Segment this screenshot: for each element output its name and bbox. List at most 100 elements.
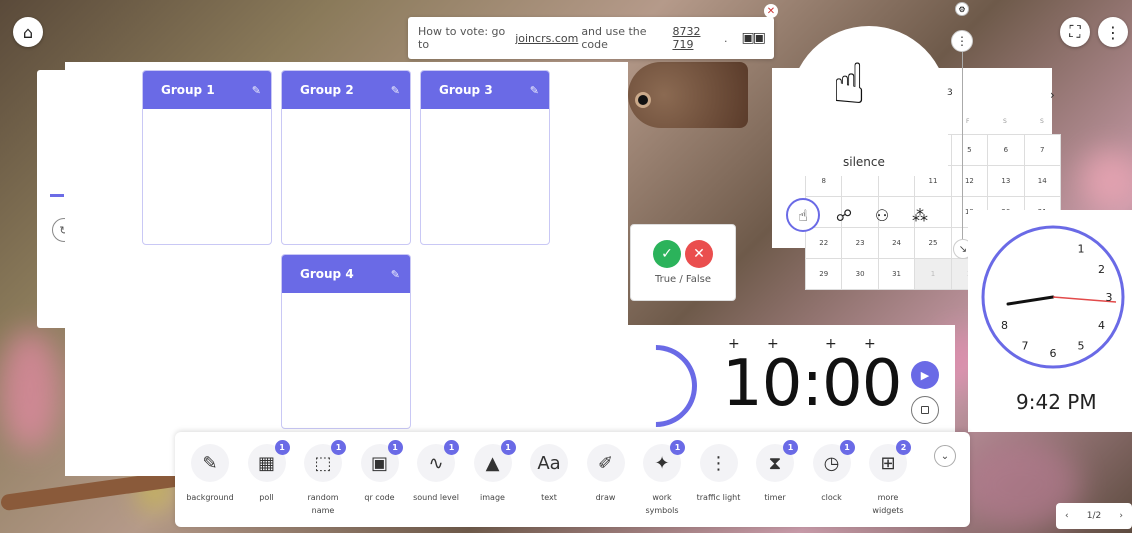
vote-middle: and use the code: [581, 25, 647, 51]
group-card-2[interactable]: Group 2 ✎: [281, 70, 411, 245]
draw-icon: ✐: [586, 444, 625, 482]
page-navigator: ‹ 1/2 ›: [1056, 503, 1132, 529]
tool-more-widgets[interactable]: ⊞ 2 more widgets: [860, 440, 916, 518]
calendar-day[interactable]: 5: [950, 134, 989, 166]
stop-button[interactable]: [911, 396, 939, 424]
count-badge: 1: [500, 440, 516, 455]
analog-clock: 12 3 45 6 7 8: [981, 225, 1125, 369]
edit-off-icon[interactable]: ✎: [391, 84, 400, 97]
group-card-3[interactable]: Group 3 ✎: [420, 70, 550, 245]
tool-label: draw: [595, 493, 616, 502]
fullscreen-button[interactable]: ⛶: [1060, 17, 1090, 47]
tool-label: image: [480, 493, 505, 502]
tool-glyph: ◷: [823, 452, 840, 474]
vote-suffix: .: [724, 31, 728, 45]
tool-draw[interactable]: ✐ draw: [578, 444, 634, 505]
tool-glyph: Aa: [537, 452, 561, 474]
edit-off-icon[interactable]: ✎: [530, 84, 539, 97]
clock-numeral: 4: [1098, 319, 1105, 332]
clock-icon: ◷ 1: [812, 440, 855, 482]
work-symbols-popup: ☝: [790, 26, 948, 176]
background-flower: [1080, 150, 1132, 210]
clock-numeral: 3: [1106, 291, 1113, 304]
more-menu-button[interactable]: ⋮: [1098, 17, 1128, 47]
calendar-day[interactable]: 30: [841, 258, 879, 290]
tool-label: sound level: [413, 493, 459, 502]
kebab-icon[interactable]: ⋮: [951, 30, 973, 52]
prev-page-button[interactable]: ‹: [1065, 511, 1069, 521]
calendar-day[interactable]: 22: [804, 227, 843, 259]
work-symbol-options: ☝ ☍ ⚇ ⁂: [786, 198, 934, 232]
calendar-day[interactable]: 25: [914, 227, 952, 259]
group-card-1[interactable]: Group 1 ✎: [142, 70, 272, 245]
tool-sound-level[interactable]: ∿ 1 sound level: [408, 440, 464, 505]
count-badge: 1: [839, 440, 855, 455]
tool-label: clock: [821, 493, 842, 502]
tool-label: random name: [307, 493, 339, 515]
tool-random-name[interactable]: ⬚ 1 random name: [295, 440, 351, 518]
calendar-next-button[interactable]: ›: [1050, 88, 1055, 102]
tool-clock[interactable]: ◷ 1 clock: [804, 440, 860, 505]
tool-label: poll: [259, 493, 274, 502]
partner-icon[interactable]: ⚇: [868, 201, 896, 229]
play-icon: ▶: [920, 368, 930, 382]
calendar-day[interactable]: 12: [950, 165, 989, 197]
kebab-icon: ⋮: [1105, 22, 1121, 42]
calendar-day[interactable]: 31: [877, 258, 916, 290]
calendar-day[interactable]: 13: [987, 165, 1025, 197]
silence-icon[interactable]: ☝: [786, 198, 820, 232]
background-bird-eye: [635, 92, 651, 108]
clock-numeral: 1: [1078, 243, 1085, 256]
whisper-icon[interactable]: ☍: [830, 201, 858, 229]
home-button[interactable]: ⌂: [13, 17, 43, 47]
group-card-4[interactable]: Group 4 ✎: [281, 254, 411, 429]
qr-code-icon[interactable]: ▣▣: [742, 30, 767, 46]
tool-glyph: ⧗: [768, 452, 782, 474]
tool-glyph: ⬚: [314, 452, 332, 474]
vote-link[interactable]: joincrs.com: [515, 32, 578, 45]
tool-glyph: ▦: [257, 452, 275, 474]
calendar-weekday: S: [1003, 118, 1007, 125]
tool-image[interactable]: ▲ 1 image: [465, 440, 521, 505]
next-page-button[interactable]: ›: [1119, 511, 1123, 521]
page-indicator: 1/2: [1086, 511, 1102, 521]
close-icon[interactable]: ✕: [764, 4, 778, 18]
calendar-day[interactable]: 14: [1023, 165, 1062, 197]
tool-glyph: ⋮: [709, 452, 728, 474]
sound-level-icon: ∿ 1: [417, 440, 459, 482]
background-flower: [0, 330, 60, 450]
tool-label: text: [541, 493, 557, 502]
tool-work-symbols[interactable]: ✦ 1 work symbols: [634, 440, 690, 518]
calendar-day[interactable]: 7: [1023, 134, 1062, 166]
tool-text[interactable]: Aa text: [521, 444, 577, 505]
group-title: Group 2: [300, 83, 354, 97]
calendar-day[interactable]: 23: [841, 227, 879, 259]
clock-digital-time: 9:42 PM: [1016, 390, 1097, 414]
edit-off-icon[interactable]: ✎: [391, 268, 400, 281]
tool-poll[interactable]: ▦ 1 poll: [239, 440, 295, 505]
settings-icon[interactable]: ⚙: [955, 2, 969, 16]
calendar-day[interactable]: 29: [804, 258, 843, 290]
group-title: Group 3: [439, 83, 493, 97]
tool-qr-code[interactable]: ▣ 1 qr code: [352, 440, 408, 505]
true-button[interactable]: ✓: [653, 240, 681, 268]
tool-traffic-light[interactable]: ⋮ traffic light: [691, 444, 747, 505]
collapse-toolbar-button[interactable]: ⌄: [934, 445, 956, 467]
silence-symbol-icon: ☝: [832, 52, 867, 117]
calendar-day[interactable]: 1: [914, 258, 952, 290]
edit-off-icon[interactable]: ✎: [252, 84, 261, 97]
calendar-month: 3: [947, 88, 953, 98]
tool-glyph: ⊞: [880, 452, 896, 474]
true-false-label: True / False: [654, 274, 712, 285]
tool-glyph: ▣: [370, 452, 388, 474]
false-button[interactable]: ✕: [685, 240, 713, 268]
group-icon[interactable]: ⁂: [906, 201, 934, 229]
calendar-day[interactable]: 6: [987, 134, 1025, 166]
calendar-day[interactable]: 24: [877, 227, 916, 259]
play-button[interactable]: ▶: [911, 361, 939, 389]
tool-timer[interactable]: ⧗ 1 timer: [747, 440, 803, 505]
tool-label: more widgets: [872, 493, 904, 515]
side-panel-indicator: [50, 194, 64, 197]
tool-background[interactable]: ✎ background: [182, 444, 238, 505]
group-title: Group 1: [161, 83, 215, 97]
